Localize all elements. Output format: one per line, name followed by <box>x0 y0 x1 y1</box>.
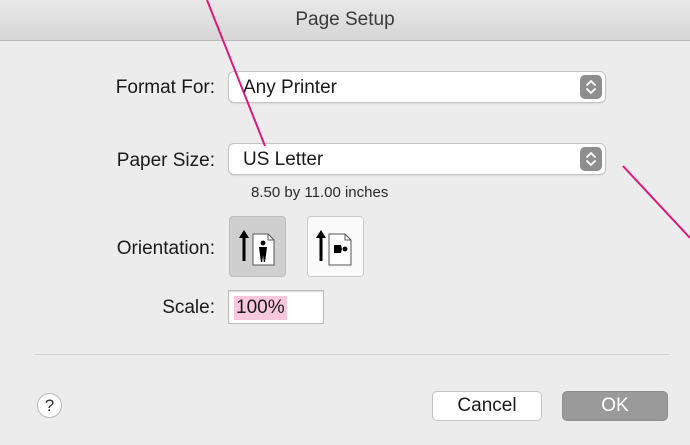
paper-size-popup[interactable]: US Letter <box>228 143 606 175</box>
paper-size-value: US Letter <box>243 149 324 170</box>
portrait-orientation-icon <box>239 230 275 266</box>
annotation-line-right <box>622 165 690 239</box>
scale-input[interactable]: 100% <box>228 290 324 324</box>
format-for-popup[interactable]: Any Printer <box>228 71 606 103</box>
popup-stepper-icon <box>580 75 602 99</box>
format-for-value: Any Printer <box>243 77 337 98</box>
scale-value: 100% <box>234 296 287 320</box>
help-button[interactable]: ? <box>37 393 62 418</box>
orientation-landscape-button[interactable] <box>307 216 364 277</box>
divider <box>35 354 669 355</box>
cancel-button[interactable]: Cancel <box>432 391 542 421</box>
paper-size-label: Paper Size: <box>116 150 215 171</box>
window-title: Page Setup <box>295 9 395 30</box>
scale-label: Scale: <box>162 297 215 318</box>
orientation-label: Orientation: <box>116 238 215 259</box>
title-bar: Page Setup <box>0 0 690 41</box>
orientation-portrait-button[interactable] <box>229 216 286 277</box>
landscape-orientation-icon <box>316 230 352 266</box>
ok-button[interactable]: OK <box>562 391 668 421</box>
popup-stepper-icon <box>580 147 602 171</box>
paper-size-dimensions: 8.50 by 11.00 inches <box>251 184 389 201</box>
format-for-label: Format For: <box>115 77 215 98</box>
